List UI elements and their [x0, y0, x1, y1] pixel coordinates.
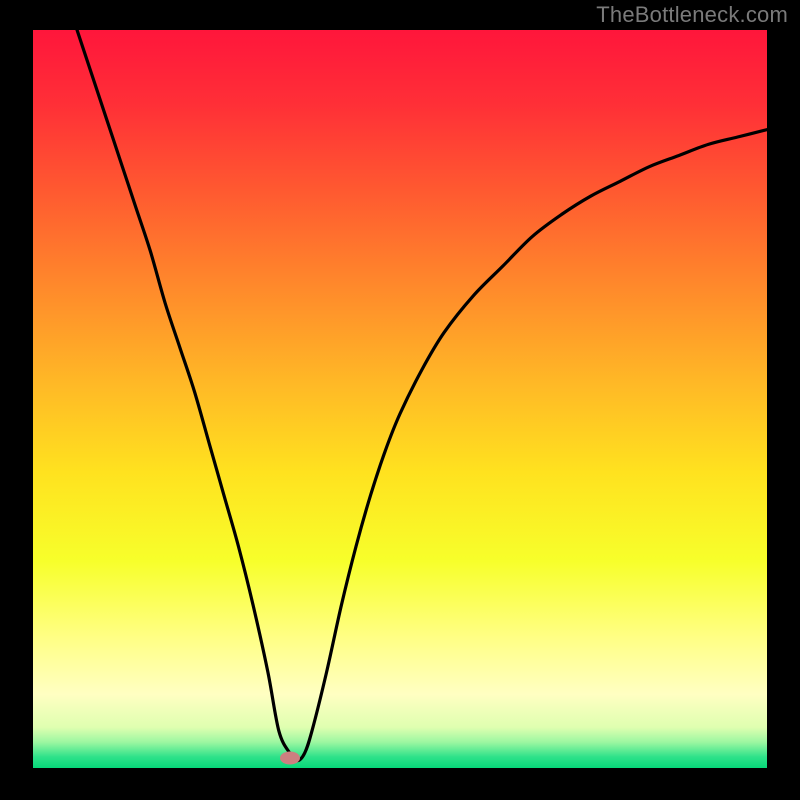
watermark-text: TheBottleneck.com [596, 2, 788, 28]
plot-area [33, 30, 767, 768]
chart-frame: TheBottleneck.com [0, 0, 800, 800]
bottleneck-curve [77, 30, 767, 761]
curve-layer [33, 30, 767, 768]
optimal-marker [280, 752, 300, 765]
